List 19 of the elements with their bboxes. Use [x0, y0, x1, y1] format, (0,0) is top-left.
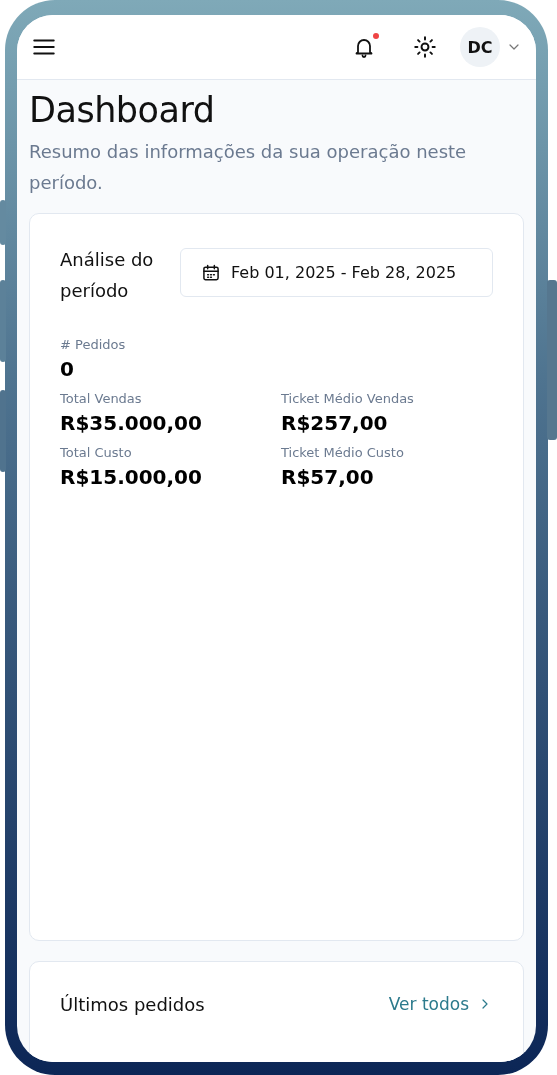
metric-value: R$35.000,00: [60, 410, 203, 437]
user-avatar[interactable]: DC: [460, 27, 500, 67]
metric-label: Ticket Médio Custo: [281, 444, 405, 462]
view-all-link[interactable]: Ver todos: [388, 994, 493, 1014]
period-label: Análise do período: [60, 248, 155, 303]
calendar-icon: [201, 262, 221, 283]
metric-value: R$15.000,00: [60, 464, 203, 491]
metric-value: R$57,00: [281, 464, 375, 491]
metric-label: Total Custo: [60, 444, 133, 462]
section-title: Últimos pedidos: [60, 994, 205, 1015]
metric-value: 0: [60, 356, 75, 383]
metric-label: Ticket Médio Vendas: [281, 390, 415, 408]
sun-icon[interactable]: [412, 34, 438, 60]
metric-label: # Pedidos: [60, 336, 127, 354]
metric-value: R$257,00: [281, 410, 389, 437]
metric-label: Total Vendas: [60, 390, 143, 408]
date-range-picker[interactable]: Feb 01, 2025 - Feb 28, 2025: [180, 248, 493, 297]
page-title: Dashboard: [29, 90, 216, 130]
page-subtitle: Resumo das informações da sua operação neste período.: [29, 140, 468, 195]
